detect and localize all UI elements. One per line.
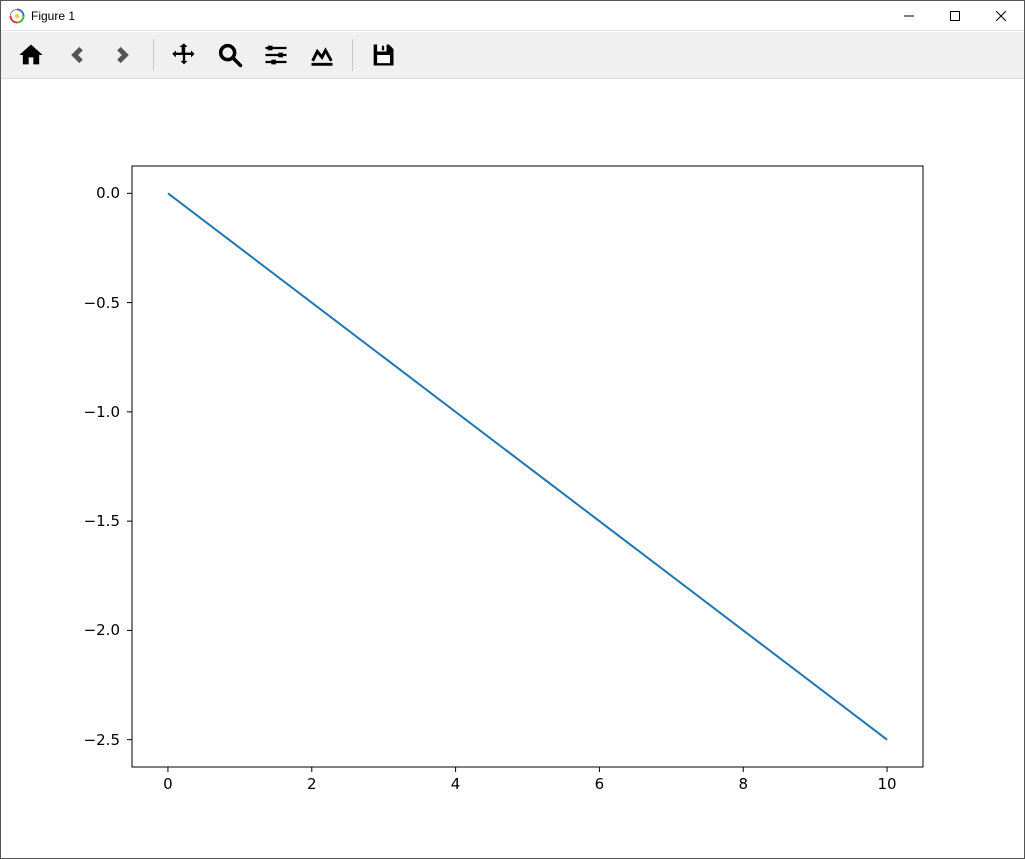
ytick-label: 0.0 [96,184,120,202]
edit-icon [308,41,336,69]
xtick-label: 4 [451,775,461,793]
toolbar-separator [153,39,154,71]
xtick-host: 0 2 4 6 8 10 [1,775,1024,795]
window-title: Figure 1 [31,9,75,23]
configure-subplots-button[interactable] [254,35,298,75]
home-button[interactable] [9,35,53,75]
plot-canvas[interactable]: 0.0 −0.5 −1.0 −1.5 −2.0 −2.5 0 2 4 6 8 10 [1,79,1024,858]
pan-icon [170,41,198,69]
plot-svg [1,79,1024,858]
zoom-button[interactable] [208,35,252,75]
ytick-label: −0.5 [84,294,120,312]
matplotlib-toolbar [1,31,1024,79]
configure-icon [262,41,290,69]
xtick-label: 10 [877,775,896,793]
maximize-button[interactable] [932,1,978,31]
back-icon [63,41,91,69]
ytick-label: −2.5 [84,731,120,749]
pan-button[interactable] [162,35,206,75]
toolbar-separator [352,39,353,71]
ytick-label: −1.0 [84,403,120,421]
home-icon [17,41,45,69]
save-button[interactable] [361,35,405,75]
xtick-label: 2 [307,775,317,793]
ytick-label: −1.5 [84,512,120,530]
back-button[interactable] [55,35,99,75]
xtick-label: 6 [595,775,605,793]
forward-button[interactable] [101,35,145,75]
ytick-host: 0.0 −0.5 −1.0 −1.5 −2.0 −2.5 [1,79,120,858]
xtick-label: 8 [738,775,748,793]
close-button[interactable] [978,1,1024,31]
save-icon [369,41,397,69]
minimize-button[interactable] [886,1,932,31]
app-icon [9,8,25,24]
edit-axis-button[interactable] [300,35,344,75]
titlebar: Figure 1 [1,1,1024,31]
ytick-label: −2.0 [84,621,120,639]
forward-icon [109,41,137,69]
xtick-label: 0 [163,775,173,793]
zoom-icon [216,41,244,69]
